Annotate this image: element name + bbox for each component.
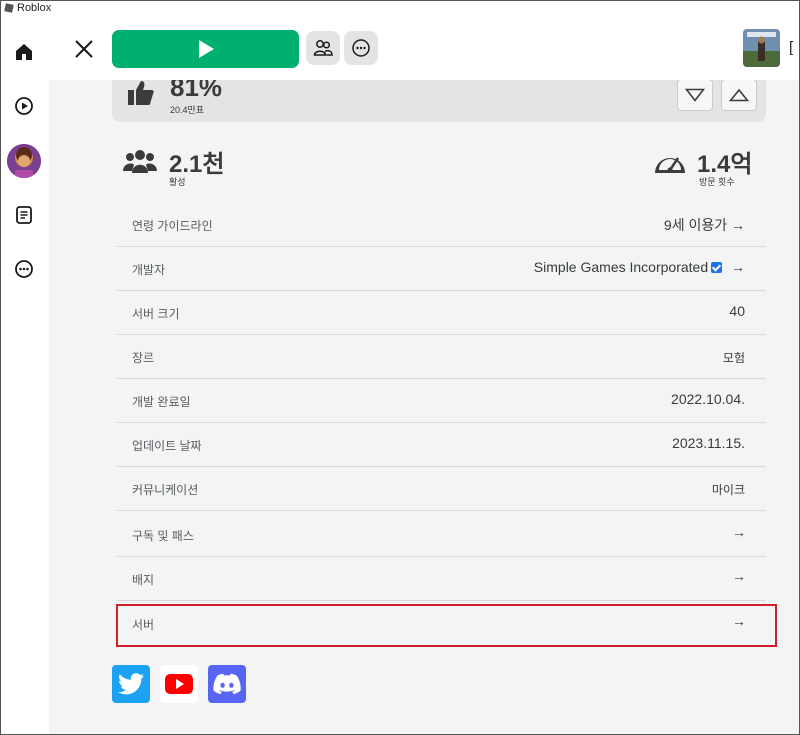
window-title: Roblox (17, 2, 52, 14)
notes-button[interactable] (9, 200, 39, 230)
avatar-image (7, 144, 41, 178)
detail-row-age-guideline[interactable]: 연령 가이드라인 9세 이용가 → (117, 202, 766, 247)
arrow-right-icon: → (731, 259, 745, 275)
verified-badge-icon (711, 262, 723, 273)
more-icon (15, 260, 33, 278)
developer-value: Simple Games Incorporated → (534, 259, 745, 275)
left-sidebar (1, 17, 48, 734)
game-thumbnail-image (743, 29, 780, 67)
discord-link[interactable] (208, 665, 246, 703)
detail-row-updated: 업데이트 날짜 2023.11.15. (117, 422, 766, 467)
thumbs-down-icon (685, 88, 705, 102)
twitter-icon (118, 673, 144, 695)
arrow-right-icon: → (732, 568, 746, 584)
arrow-right-icon: → (732, 613, 746, 629)
game-thumbnail[interactable] (743, 29, 780, 67)
detail-label: 커뮤니케이션 (132, 483, 199, 497)
avatar[interactable] (7, 144, 41, 178)
detail-row-communication: 커뮤니케이션 마이크 (117, 466, 766, 511)
thumbs-up-button[interactable] (721, 80, 757, 111)
detail-label: 장르 (132, 351, 155, 365)
detail-value: 40 (729, 303, 745, 319)
vote-count: 20.4만표 (170, 105, 205, 115)
detail-value: 모험 (722, 351, 745, 365)
detail-value: 2022.10.04. (671, 391, 745, 407)
play-circle-icon (15, 97, 33, 115)
detail-label: 서버 (132, 618, 155, 632)
detail-label: 개발자 (132, 263, 166, 277)
detail-row-subscriptions[interactable]: 구독 및 패스 → (117, 512, 766, 557)
detail-row-created: 개발 완료일 2022.10.04. (117, 378, 766, 423)
chevron-up-icon (729, 88, 749, 102)
detail-label: 서버 크기 (132, 307, 180, 321)
speedometer-icon (655, 157, 685, 173)
detail-label: 연령 가이드라인 (132, 219, 213, 233)
detail-label: 개발 완료일 (132, 395, 191, 409)
play-button[interactable] (112, 30, 299, 68)
roblox-logo-icon (4, 3, 14, 13)
discover-button[interactable] (9, 91, 39, 121)
window-titlebar: Roblox (0, 0, 800, 16)
active-players-value: 2.1천 (169, 151, 225, 178)
notes-icon (16, 206, 32, 224)
detail-value: 9세 이용가 → (663, 217, 745, 233)
home-icon (16, 44, 32, 60)
youtube-link[interactable] (160, 665, 198, 703)
active-players-label: 활성 (169, 177, 186, 187)
detail-label: 구독 및 패스 (132, 529, 194, 543)
ellipsis-icon (352, 39, 370, 57)
close-icon (75, 40, 93, 58)
home-button[interactable] (9, 37, 39, 67)
more-options-button[interactable] (344, 31, 378, 65)
detail-row-genre: 장르 모험 (117, 334, 766, 379)
detail-row-developer[interactable]: 개발자 Simple Games Incorporated → (117, 246, 766, 291)
people-icon (123, 150, 157, 173)
detail-label: 업데이트 날짜 (132, 439, 202, 453)
detail-row-badges[interactable]: 배지 → (117, 556, 766, 601)
detail-row-server-size: 서버 크기 40 (117, 290, 766, 335)
detail-label: 배지 (132, 573, 155, 587)
visits-label: 방문 횟수 (699, 177, 735, 187)
discord-icon (213, 673, 241, 695)
play-icon (198, 40, 214, 58)
visits-value: 1.4억 (697, 151, 753, 178)
vote-section: 81% 20.4만표 (112, 80, 766, 122)
group-icon (313, 40, 333, 56)
twitter-link[interactable] (112, 665, 150, 703)
arrow-right-icon: → (732, 524, 746, 540)
youtube-icon (165, 674, 193, 694)
detail-value: 2023.11.15. (672, 435, 745, 451)
detail-value: 마이크 (711, 483, 745, 497)
developer-name[interactable]: Simple Games Incorporated (534, 259, 708, 275)
play-with-friends-button[interactable] (306, 31, 340, 65)
close-button[interactable] (71, 36, 97, 62)
thumbs-down-button[interactable] (677, 80, 713, 111)
more-button[interactable] (9, 254, 39, 284)
detail-row-servers[interactable]: 서버 → (117, 601, 766, 646)
vote-percent: 81% (170, 80, 223, 102)
game-topbar: [ (49, 17, 800, 80)
truncated-label: [ (789, 39, 794, 56)
thumbs-up-icon (128, 81, 154, 105)
game-details-panel: 81% 20.4만표 2.1천 활성 1.4억 방문 횟수 연령 가이드라인 9… (49, 80, 800, 734)
